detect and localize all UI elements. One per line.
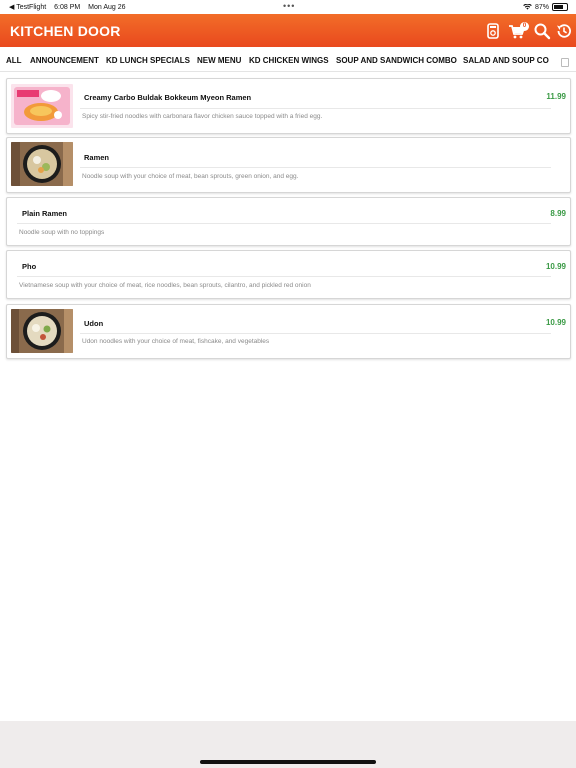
status-time: 6:08 PM xyxy=(54,4,81,11)
item-divider xyxy=(80,108,551,109)
status-date: Mon Aug 26 xyxy=(88,4,126,11)
tab-new-menu[interactable]: NEW MENU xyxy=(197,56,241,65)
order-icon[interactable] xyxy=(484,22,502,40)
item-price: 8.99 xyxy=(550,209,566,218)
home-indicator[interactable] xyxy=(200,760,376,764)
item-name: Plain Ramen xyxy=(22,209,68,218)
item-name: Creamy Carbo Buldak Bokkeum Myeon Ramen xyxy=(84,93,252,102)
app-header: KITCHEN DOOR 0 xyxy=(0,14,576,47)
history-icon[interactable] xyxy=(555,22,573,40)
item-image xyxy=(11,84,73,128)
item-divider xyxy=(17,223,551,224)
tab-soup-and-sandwich-combo[interactable]: SOUP AND SANDWICH COMBO xyxy=(336,56,457,65)
menu-item-card[interactable]: Pho 10.99 Vietnamese soup with your choi… xyxy=(6,250,571,299)
app-title: KITCHEN DOOR xyxy=(10,23,121,39)
item-price: 10.99 xyxy=(545,262,566,271)
item-description: Vietnamese soup with your choice of meat… xyxy=(19,282,311,289)
tab-salad-and-soup-combo[interactable]: SALAD AND SOUP CO xyxy=(463,56,549,65)
tab-all[interactable]: ALL xyxy=(6,56,22,65)
item-divider xyxy=(80,167,551,168)
menu-item-card[interactable]: Ramen Noodle soup with your choice of me… xyxy=(6,137,571,193)
item-description: Noodle soup with your choice of meat, be… xyxy=(82,173,299,180)
item-image xyxy=(11,142,73,186)
status-bar: ◀ TestFlight 6:08 PM Mon Aug 26 ••• 87% xyxy=(0,0,576,14)
tab-overflow-indicator xyxy=(561,58,569,67)
menu-item-card[interactable]: Udon 10.99 Udon noodles with your choice… xyxy=(6,304,571,359)
item-description: Udon noodles with your choice of meat, f… xyxy=(82,338,270,345)
search-icon[interactable] xyxy=(533,22,551,40)
cart-count-badge: 0 xyxy=(520,22,529,31)
item-name: Udon xyxy=(84,319,104,328)
item-description: Spicy stir-fried noodles with carbonara … xyxy=(82,113,323,120)
menu-item-card[interactable]: Plain Ramen 8.99 Noodle soup with no top… xyxy=(6,197,571,246)
item-description: Noodle soup with no toppings xyxy=(19,229,105,236)
category-tabs: ALL ANNOUNCEMENT KD LUNCH SPECIALS NEW M… xyxy=(0,47,576,72)
item-divider xyxy=(80,333,551,334)
battery-percent: 87% xyxy=(534,3,549,11)
tab-announcement[interactable]: ANNOUNCEMENT xyxy=(30,56,99,65)
wifi-icon xyxy=(523,4,532,10)
item-divider xyxy=(17,276,551,277)
menu-item-card[interactable]: Creamy Carbo Buldak Bokkeum Myeon Ramen … xyxy=(6,78,571,134)
tab-kd-chicken-wings[interactable]: KD CHICKEN WINGS xyxy=(249,56,329,65)
item-name: Pho xyxy=(22,262,37,271)
tab-kd-lunch-specials[interactable]: KD LUNCH SPECIALS xyxy=(106,56,190,65)
item-name: Ramen xyxy=(84,153,110,162)
item-image xyxy=(11,309,73,353)
item-price: 11.99 xyxy=(546,92,566,101)
status-right: 87% xyxy=(523,3,568,11)
status-left: ◀ TestFlight 6:08 PM Mon Aug 26 xyxy=(9,3,132,11)
battery-icon xyxy=(552,3,568,11)
multitask-dots-icon[interactable]: ••• xyxy=(283,1,295,11)
item-price: 10.99 xyxy=(545,318,566,327)
back-to-testflight[interactable]: ◀ TestFlight xyxy=(9,4,46,11)
